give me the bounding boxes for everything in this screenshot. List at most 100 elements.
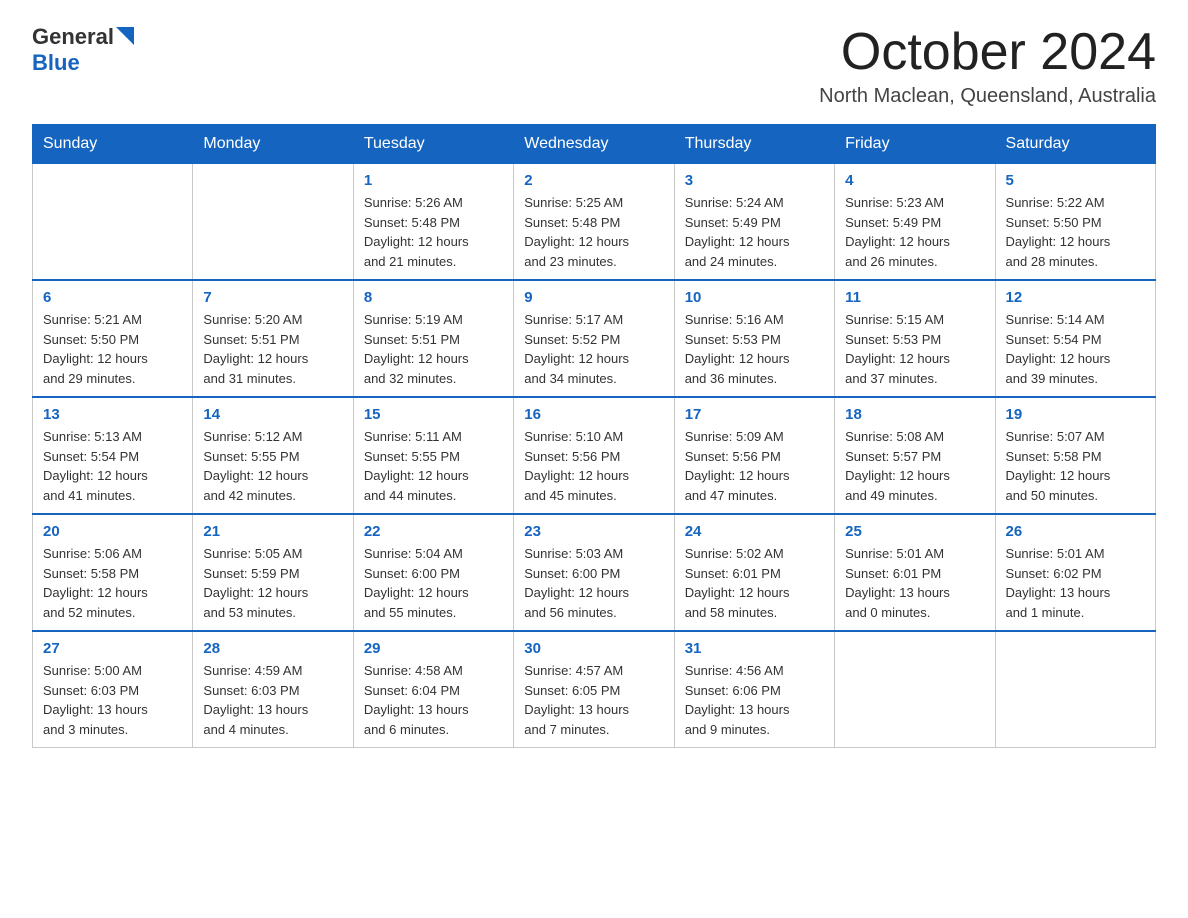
calendar-cell: 4 Sunrise: 5:23 AM Sunset: 5:49 PM Daylig… [835, 164, 995, 281]
day-info: Sunrise: 4:58 AM Sunset: 6:04 PM Dayligh… [364, 661, 503, 739]
day-number: 15 [364, 406, 503, 423]
day-number: 10 [685, 289, 824, 306]
day-number: 11 [845, 289, 984, 306]
day-info: Sunrise: 5:03 AM Sunset: 6:00 PM Dayligh… [524, 544, 663, 622]
calendar-table: SundayMondayTuesdayWednesdayThursdayFrid… [32, 124, 1156, 748]
day-info: Sunrise: 5:24 AM Sunset: 5:49 PM Dayligh… [685, 193, 824, 271]
day-number: 30 [524, 640, 663, 657]
day-info: Sunrise: 4:59 AM Sunset: 6:03 PM Dayligh… [203, 661, 342, 739]
day-number: 19 [1006, 406, 1145, 423]
day-info: Sunrise: 5:05 AM Sunset: 5:59 PM Dayligh… [203, 544, 342, 622]
day-info: Sunrise: 5:08 AM Sunset: 5:57 PM Dayligh… [845, 427, 984, 505]
day-number: 22 [364, 523, 503, 540]
day-number: 7 [203, 289, 342, 306]
day-number: 4 [845, 172, 984, 189]
day-info: Sunrise: 5:12 AM Sunset: 5:55 PM Dayligh… [203, 427, 342, 505]
day-number: 18 [845, 406, 984, 423]
weekday-header-wednesday: Wednesday [514, 125, 674, 164]
week-row-4: 20Sunrise: 5:06 AM Sunset: 5:58 PM Dayli… [33, 514, 1156, 631]
day-info: Sunrise: 5:16 AM Sunset: 5:53 PM Dayligh… [685, 310, 824, 388]
day-info: Sunrise: 5:20 AM Sunset: 5:51 PM Dayligh… [203, 310, 342, 388]
calendar-cell: 25Sunrise: 5:01 AM Sunset: 6:01 PM Dayli… [835, 514, 995, 631]
calendar-cell: 2 Sunrise: 5:25 AM Sunset: 5:48 PM Daylig… [514, 164, 674, 281]
calendar-cell: 12 Sunrise: 5:14 AM Sunset: 5:54 PM Dayli… [995, 280, 1155, 397]
weekday-header-row: SundayMondayTuesdayWednesdayThursdayFrid… [33, 125, 1156, 164]
day-number: 31 [685, 640, 824, 657]
day-info: Sunrise: 5:21 AM Sunset: 5:50 PM Dayligh… [43, 310, 182, 388]
day-number: 6 [43, 289, 182, 306]
calendar-cell: 21 Sunrise: 5:05 AM Sunset: 5:59 PM Dayli… [193, 514, 353, 631]
calendar-cell [33, 164, 193, 281]
day-number: 28 [203, 640, 342, 657]
week-row-3: 13 Sunrise: 5:13 AM Sunset: 5:54 PM Dayli… [33, 397, 1156, 514]
day-info: Sunrise: 5:06 AM Sunset: 5:58 PM Dayligh… [43, 544, 182, 622]
day-number: 5 [1006, 172, 1145, 189]
day-number: 9 [524, 289, 663, 306]
location-subtitle: North Maclean, Queensland, Australia [819, 85, 1156, 108]
day-number: 23 [524, 523, 663, 540]
day-info: Sunrise: 5:09 AM Sunset: 5:56 PM Dayligh… [685, 427, 824, 505]
day-info: Sunrise: 5:19 AM Sunset: 5:51 PM Dayligh… [364, 310, 503, 388]
logo: General Blue [32, 24, 134, 76]
day-number: 29 [364, 640, 503, 657]
day-number: 27 [43, 640, 182, 657]
day-number: 21 [203, 523, 342, 540]
calendar-cell: 11 Sunrise: 5:15 AM Sunset: 5:53 PM Dayli… [835, 280, 995, 397]
calendar-cell: 13 Sunrise: 5:13 AM Sunset: 5:54 PM Dayli… [33, 397, 193, 514]
calendar-cell: 22 Sunrise: 5:04 AM Sunset: 6:00 PM Dayli… [353, 514, 513, 631]
day-number: 12 [1006, 289, 1145, 306]
calendar-cell [193, 164, 353, 281]
day-number: 13 [43, 406, 182, 423]
day-info: Sunrise: 5:01 AM Sunset: 6:02 PM Dayligh… [1006, 544, 1145, 622]
calendar-cell: 15 Sunrise: 5:11 AM Sunset: 5:55 PM Dayli… [353, 397, 513, 514]
calendar-cell: 6 Sunrise: 5:21 AM Sunset: 5:50 PM Daylig… [33, 280, 193, 397]
day-number: 26 [1006, 523, 1145, 540]
day-info: Sunrise: 5:13 AM Sunset: 5:54 PM Dayligh… [43, 427, 182, 505]
day-info: Sunrise: 5:25 AM Sunset: 5:48 PM Dayligh… [524, 193, 663, 271]
logo-general-text: General [32, 24, 114, 50]
day-number: 2 [524, 172, 663, 189]
weekday-header-monday: Monday [193, 125, 353, 164]
calendar-cell: 27 Sunrise: 5:00 AM Sunset: 6:03 PM Dayli… [33, 631, 193, 748]
day-info: Sunrise: 5:11 AM Sunset: 5:55 PM Dayligh… [364, 427, 503, 505]
day-info: Sunrise: 5:04 AM Sunset: 6:00 PM Dayligh… [364, 544, 503, 622]
calendar-cell: 26 Sunrise: 5:01 AM Sunset: 6:02 PM Dayli… [995, 514, 1155, 631]
calendar-cell: 8 Sunrise: 5:19 AM Sunset: 5:51 PM Daylig… [353, 280, 513, 397]
day-info: Sunrise: 5:10 AM Sunset: 5:56 PM Dayligh… [524, 427, 663, 505]
day-info: Sunrise: 5:22 AM Sunset: 5:50 PM Dayligh… [1006, 193, 1145, 271]
day-info: Sunrise: 5:02 AM Sunset: 6:01 PM Dayligh… [685, 544, 824, 622]
weekday-header-thursday: Thursday [674, 125, 834, 164]
calendar-cell: 9Sunrise: 5:17 AM Sunset: 5:52 PM Daylig… [514, 280, 674, 397]
day-info: Sunrise: 5:01 AM Sunset: 6:01 PM Dayligh… [845, 544, 984, 622]
calendar-cell: 1Sunrise: 5:26 AM Sunset: 5:48 PM Daylig… [353, 164, 513, 281]
day-info: Sunrise: 5:00 AM Sunset: 6:03 PM Dayligh… [43, 661, 182, 739]
calendar-cell: 28 Sunrise: 4:59 AM Sunset: 6:03 PM Dayli… [193, 631, 353, 748]
calendar-cell: 10 Sunrise: 5:16 AM Sunset: 5:53 PM Dayli… [674, 280, 834, 397]
calendar-cell: 31 Sunrise: 4:56 AM Sunset: 6:06 PM Dayli… [674, 631, 834, 748]
day-number: 24 [685, 523, 824, 540]
calendar-cell: 30Sunrise: 4:57 AM Sunset: 6:05 PM Dayli… [514, 631, 674, 748]
day-number: 17 [685, 406, 824, 423]
calendar-cell: 23 Sunrise: 5:03 AM Sunset: 6:00 PM Dayli… [514, 514, 674, 631]
calendar-cell: 24 Sunrise: 5:02 AM Sunset: 6:01 PM Dayli… [674, 514, 834, 631]
calendar-cell [995, 631, 1155, 748]
logo-triangle-icon [116, 27, 134, 45]
calendar-cell: 18 Sunrise: 5:08 AM Sunset: 5:57 PM Dayli… [835, 397, 995, 514]
calendar-cell: 20Sunrise: 5:06 AM Sunset: 5:58 PM Dayli… [33, 514, 193, 631]
day-number: 8 [364, 289, 503, 306]
day-number: 1 [364, 172, 503, 189]
day-info: Sunrise: 5:15 AM Sunset: 5:53 PM Dayligh… [845, 310, 984, 388]
day-number: 14 [203, 406, 342, 423]
day-number: 16 [524, 406, 663, 423]
day-info: Sunrise: 4:56 AM Sunset: 6:06 PM Dayligh… [685, 661, 824, 739]
calendar-cell [835, 631, 995, 748]
calendar-cell: 16 Sunrise: 5:10 AM Sunset: 5:56 PM Dayli… [514, 397, 674, 514]
day-info: Sunrise: 5:23 AM Sunset: 5:49 PM Dayligh… [845, 193, 984, 271]
calendar-cell: 5 Sunrise: 5:22 AM Sunset: 5:50 PM Daylig… [995, 164, 1155, 281]
logo-blue-text: Blue [32, 50, 80, 75]
day-info: Sunrise: 5:14 AM Sunset: 5:54 PM Dayligh… [1006, 310, 1145, 388]
weekday-header-tuesday: Tuesday [353, 125, 513, 164]
month-year-title: October 2024 [819, 24, 1156, 81]
week-row-1: 1Sunrise: 5:26 AM Sunset: 5:48 PM Daylig… [33, 164, 1156, 281]
day-number: 3 [685, 172, 824, 189]
